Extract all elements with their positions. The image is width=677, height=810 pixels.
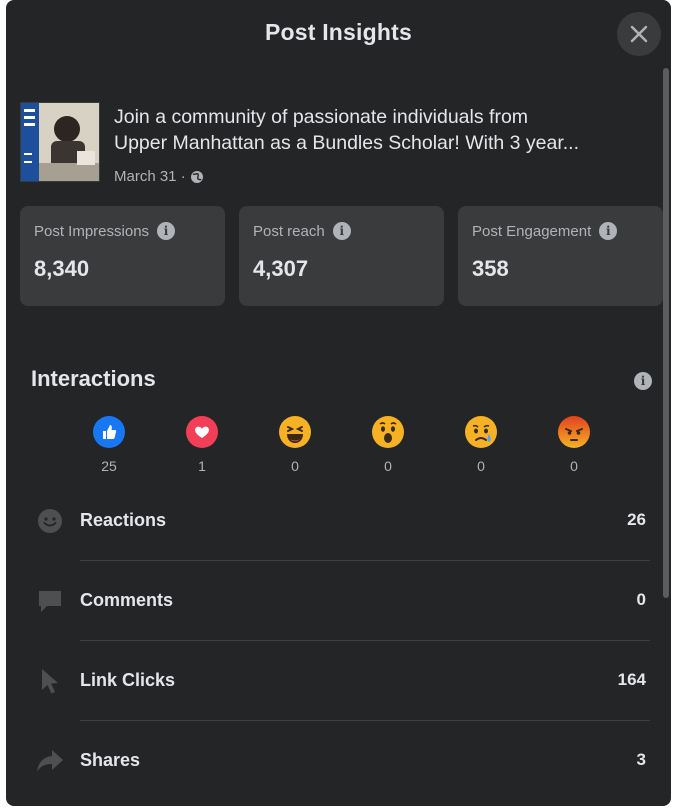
reaction-love: 1 <box>182 416 222 474</box>
reaction-haha: 0 <box>275 416 315 474</box>
interaction-row-shares[interactable]: Shares 3 <box>30 730 650 806</box>
comment-icon <box>39 591 61 612</box>
metric-value: 4,307 <box>253 256 309 281</box>
reaction-sad: 0 <box>461 416 501 474</box>
globe-icon <box>190 170 203 183</box>
metric-label: Post Engagement <box>472 222 592 240</box>
interactions-title: Interactions <box>31 366 156 391</box>
metric-card-reach: Post reach i 4,307 <box>239 206 444 306</box>
reaction-like: 25 <box>89 416 129 474</box>
reaction-count: 25 <box>101 458 117 474</box>
info-icon[interactable]: i <box>332 222 351 240</box>
reaction-count: 0 <box>384 458 392 474</box>
metric-label: Post Impressions <box>34 222 150 240</box>
interaction-row-comments[interactable]: Comments 0 <box>30 570 650 650</box>
interaction-row-reactions[interactable]: Reactions 26 <box>30 490 650 570</box>
like-icon <box>103 425 117 439</box>
interaction-value: 3 <box>636 750 646 769</box>
post-thumbnail <box>20 102 100 182</box>
share-icon <box>37 750 63 772</box>
metrics-row: Post Impressions i 8,340 Post reach i 4,… <box>20 206 671 306</box>
cursor-icon <box>42 669 58 694</box>
metric-value: 358 <box>472 256 509 281</box>
info-icon[interactable]: i <box>157 222 176 240</box>
haha-icon <box>287 426 303 443</box>
info-icon[interactable]: i <box>599 222 618 240</box>
modal-title: Post Insights <box>264 18 412 45</box>
scrollbar[interactable] <box>663 68 669 598</box>
close-button[interactable] <box>617 12 661 56</box>
post-caption: Join a community of passionate individua… <box>114 104 659 156</box>
reactions-icon <box>38 509 62 533</box>
modal-header: Post Insights <box>6 0 671 64</box>
post-meta: March 31 · <box>114 168 204 185</box>
reaction-angry: 0 <box>554 416 594 474</box>
interaction-value: 164 <box>617 670 646 689</box>
row-divider <box>80 640 650 641</box>
reaction-count: 0 <box>291 458 299 474</box>
interaction-label: Comments <box>80 590 174 610</box>
metric-value: 8,340 <box>34 256 90 281</box>
reaction-count: 1 <box>198 458 206 474</box>
sad-icon <box>472 424 491 442</box>
reaction-count: 0 <box>477 458 485 474</box>
post-caption-line-2: Upper Manhattan as a Bundles Scholar! Wi… <box>114 132 580 154</box>
metric-label: Post reach <box>253 222 325 240</box>
interaction-label: Link Clicks <box>80 670 176 690</box>
reaction-count: 0 <box>570 458 578 474</box>
love-icon <box>195 426 209 438</box>
interaction-label: Reactions <box>80 510 167 530</box>
post-date: March 31 · <box>114 168 186 185</box>
metric-card-engagement: Post Engagement i 358 <box>458 206 663 306</box>
interaction-value: 0 <box>636 590 646 609</box>
wow-icon <box>379 422 397 443</box>
interaction-label: Shares <box>80 750 141 770</box>
info-icon[interactable]: i <box>634 372 652 390</box>
post-insights-modal: Post Insights Join a community of passio… <box>6 0 671 806</box>
interaction-value: 26 <box>627 510 646 529</box>
post-preview[interactable]: Join a community of passionate individua… <box>20 98 656 188</box>
interactions-info[interactable]: i <box>634 372 652 390</box>
angry-icon <box>565 428 583 441</box>
interaction-row-link-clicks[interactable]: Link Clicks 164 <box>30 650 650 730</box>
row-divider <box>80 720 650 721</box>
row-divider <box>80 560 650 561</box>
metric-card-impressions: Post Impressions i 8,340 <box>20 206 225 306</box>
post-caption-line-1: Join a community of passionate individua… <box>114 106 529 128</box>
reaction-wow: 0 <box>368 416 408 474</box>
close-icon <box>630 25 648 43</box>
